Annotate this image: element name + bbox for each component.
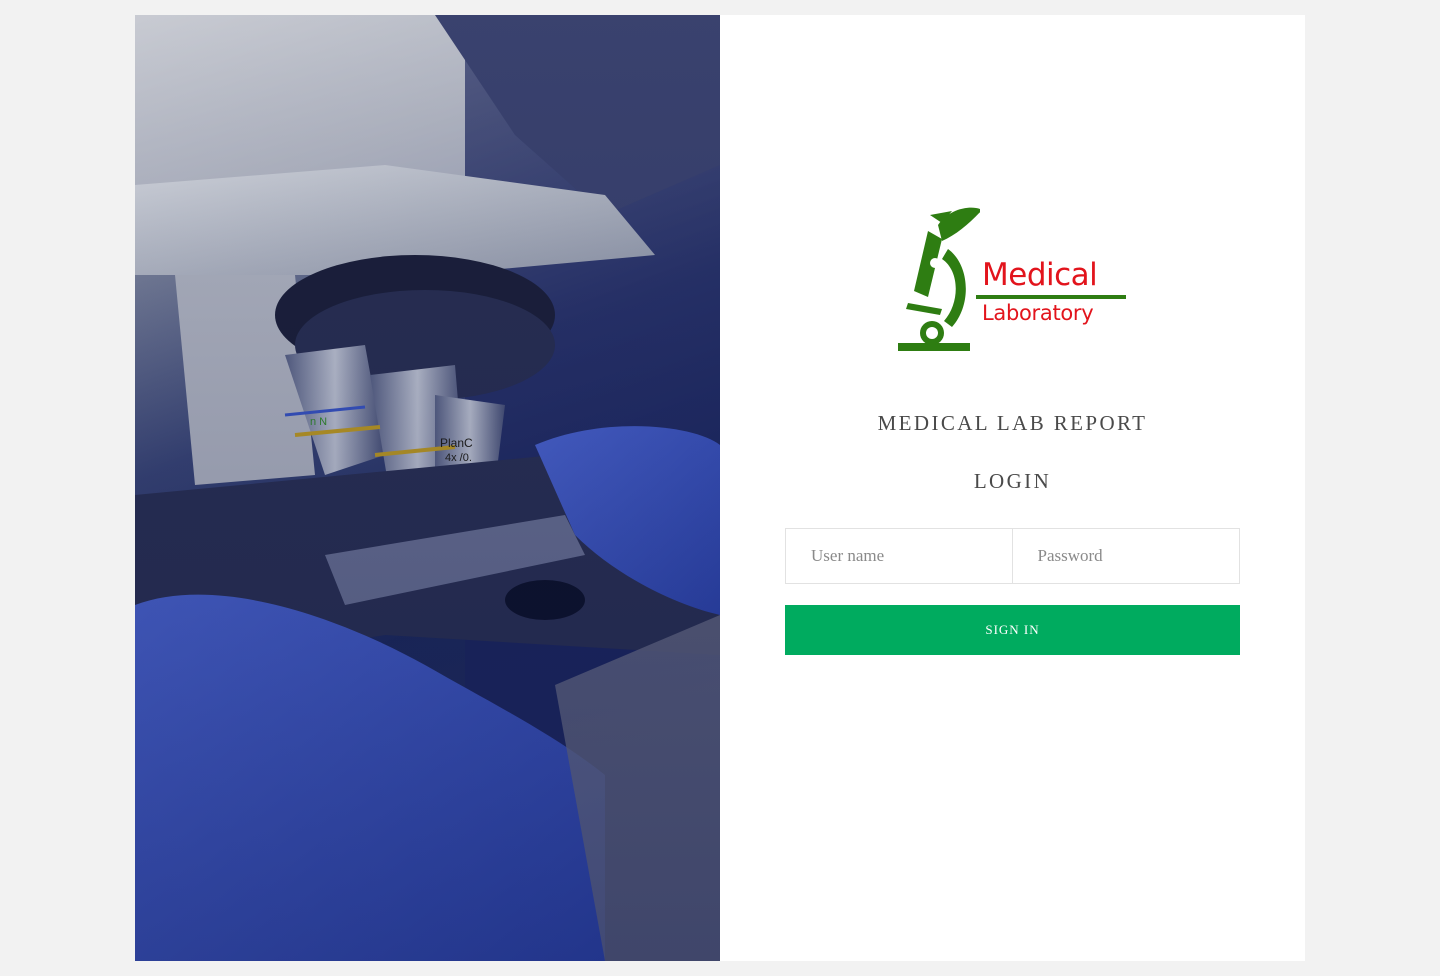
microscope-icon [898,207,980,351]
lens-label-3: n N [310,416,327,428]
password-input[interactable] [1012,528,1240,584]
logo-text-medical: Medical [982,257,1098,293]
login-panel: Medical Laboratory MEDICAL LAB REPORT LO… [720,15,1305,961]
logo-text-laboratory: Laboratory [982,301,1094,325]
app-title: MEDICAL LAB REPORT [877,411,1148,435]
sign-in-button[interactable]: SIGN IN [785,605,1240,655]
microscope-illustration: PlanC 4x /0. n N [135,15,720,961]
hero-microscope-image: PlanC 4x /0. n N [135,15,720,961]
lens-label-1: PlanC [440,436,473,450]
brand-logo: Medical Laboratory [890,205,1130,355]
lens-label-2: 4x /0. [445,452,472,464]
credentials-row [785,528,1240,584]
login-card: PlanC 4x /0. n N Medical Laboratory MEDI… [135,15,1305,961]
login-heading: LOGIN [973,469,1052,493]
username-input[interactable] [785,528,1013,584]
logo-divider [976,295,1126,299]
